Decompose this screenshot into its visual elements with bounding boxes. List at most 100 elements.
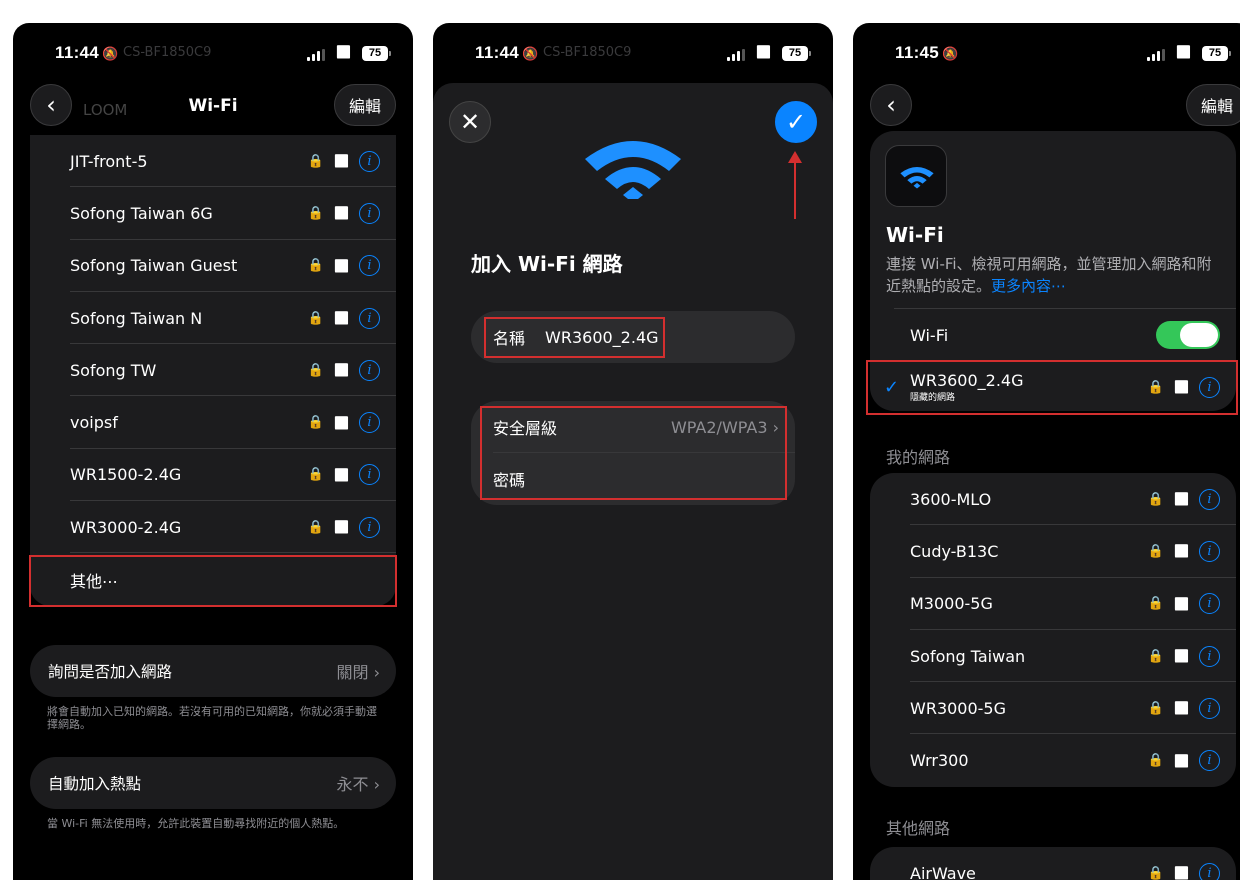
info-icon[interactable]: i xyxy=(359,464,380,486)
ask-join-row[interactable]: 詢問是否加入網路 關閉 › xyxy=(30,645,396,697)
cellular-signal-icon xyxy=(307,49,325,61)
wifi-status-icon: 📶 xyxy=(336,45,351,59)
info-icon[interactable]: i xyxy=(359,359,380,381)
network-row[interactable]: AirWave 🔒 📶 i xyxy=(870,847,1236,880)
info-icon[interactable]: i xyxy=(1199,593,1220,615)
network-name: Sofong TW xyxy=(70,360,157,380)
network-row[interactable]: Cudy-B13C 🔒 📶 i xyxy=(870,525,1236,578)
info-icon[interactable]: i xyxy=(1199,862,1220,880)
status-bar: 11:44 🔕 CS-BF1850C9 📶 75 xyxy=(13,23,413,83)
network-row[interactable]: Sofong Taiwan N 🔒 📶 i xyxy=(30,292,396,345)
network-name: Sofong Taiwan xyxy=(910,646,1026,666)
cellular-signal-icon xyxy=(727,49,745,61)
card-description: 連接 Wi-Fi、檢視可用網路，並管理加入網路和附近熱點的設定。更多內容⋯ xyxy=(886,253,1226,297)
lock-icon: 🔒 xyxy=(307,519,325,535)
edit-button[interactable]: 編輯 xyxy=(333,84,396,126)
auto-hotspot-row[interactable]: 自動加入熱點 永不 › xyxy=(30,757,396,809)
lock-icon: 🔒 xyxy=(1147,596,1165,612)
battery-icon: 75 xyxy=(1202,46,1231,61)
info-icon[interactable]: i xyxy=(1199,697,1220,719)
network-name: WR1500-2.4G xyxy=(70,465,182,485)
wifi-app-icon xyxy=(885,145,947,207)
wifi-large-icon xyxy=(585,141,681,199)
wifi-signal-icon: 📶 xyxy=(1174,753,1189,768)
info-icon[interactable]: i xyxy=(359,202,380,224)
hotspot-label: 自動加入熱點 xyxy=(48,775,142,793)
info-icon[interactable]: i xyxy=(359,307,380,329)
hotspot-note: 當 Wi-Fi 無法使用時，允許此裝置自動尋找附近的個人熱點。 xyxy=(47,817,345,830)
network-row[interactable]: voipsf 🔒 📶 i xyxy=(30,396,396,449)
network-row[interactable]: WR3000-2.4G 🔒 📶 i xyxy=(30,501,396,554)
network-row[interactable]: Sofong Taiwan 6G 🔒 📶 i xyxy=(30,187,396,240)
network-icons: 🔒 📶 i xyxy=(1147,645,1236,667)
edit-button[interactable]: 編輯 xyxy=(1185,84,1240,126)
wifi-toggle[interactable] xyxy=(1156,321,1220,349)
chevron-left-icon: ‹ xyxy=(886,91,896,119)
info-icon[interactable]: i xyxy=(1199,540,1220,562)
time-text: 11:44 xyxy=(475,43,520,62)
network-row[interactable]: Sofong TW 🔒 📶 i xyxy=(30,344,396,397)
network-name: Sofong Taiwan N xyxy=(70,308,203,328)
lock-icon: 🔒 xyxy=(307,310,325,326)
info-icon[interactable]: i xyxy=(359,150,380,172)
network-name: Sofong Taiwan Guest xyxy=(70,256,238,276)
ask-join-note: 將會自動加入已知的網路。若沒有可用的已知網路，你就必須手動選擇網路。 xyxy=(47,705,377,731)
lock-icon: 🔒 xyxy=(1147,753,1165,769)
wifi-signal-icon: 📶 xyxy=(1174,866,1189,880)
other-networks-list: AirWave 🔒 📶 i xyxy=(870,847,1236,880)
network-row[interactable]: WR1500-2.4G 🔒 📶 i xyxy=(30,449,396,502)
my-networks-list: 3600-MLO 🔒 📶 i Cudy-B13C 🔒 📶 i M3000-5G 🔒 📶 i Sofong… xyxy=(870,473,1236,787)
info-icon[interactable]: i xyxy=(359,255,380,277)
wifi-signal-icon: 📶 xyxy=(334,311,349,326)
wifi-signal-icon: 📶 xyxy=(334,258,349,273)
wifi-signal-icon: 📶 xyxy=(334,520,349,535)
highlight-box xyxy=(29,555,397,607)
status-bar: 11:44 🔕 CS-BF1850C9 📶 75 xyxy=(433,23,833,83)
silent-bell-icon: 🔕 xyxy=(102,46,119,61)
network-icons: 🔒 📶 i xyxy=(307,359,396,381)
ask-join-value: 關閉 › xyxy=(336,663,381,682)
wifi-signal-icon: 📶 xyxy=(1174,701,1189,716)
network-icons: 🔒 📶 i xyxy=(1148,540,1236,562)
network-row[interactable]: Wrr300 🔒 📶 i xyxy=(870,734,1236,786)
network-name: AirWave xyxy=(910,863,976,880)
network-row[interactable]: 3600-MLO 🔒 📶 i xyxy=(870,473,1236,526)
ask-join-label: 詢問是否加入網路 xyxy=(48,663,173,681)
wifi-signal-icon: 📶 xyxy=(334,206,349,221)
lock-icon: 🔒 xyxy=(307,362,325,378)
network-row[interactable]: Sofong Taiwan 🔒 📶 i xyxy=(870,630,1236,683)
info-icon[interactable]: i xyxy=(1199,750,1220,772)
lock-icon: 🔒 xyxy=(1147,648,1165,664)
network-row[interactable]: M3000-5G 🔒 📶 i xyxy=(870,578,1236,630)
wifi-list-screen: 11:44 🔕 CS-BF1850C9 📶 75 ‹ LOOM Wi-Fi 編輯 … xyxy=(13,23,413,880)
info-icon[interactable]: i xyxy=(1199,645,1220,667)
close-icon: ✕ xyxy=(459,108,481,136)
ask-join-value-text: 關閉 xyxy=(336,663,369,682)
network-name: voipsf xyxy=(70,413,118,433)
info-icon[interactable]: i xyxy=(1199,488,1220,510)
wifi-signal-icon: 📶 xyxy=(334,467,349,482)
info-icon[interactable]: i xyxy=(359,516,380,538)
network-row[interactable]: JIT-front-5 🔒 📶 i xyxy=(30,135,396,188)
time-text: 11:45 xyxy=(895,43,940,62)
cellular-signal-icon xyxy=(1147,49,1165,61)
network-icons: 🔒 📶 i xyxy=(307,516,396,538)
network-row[interactable]: Sofong Taiwan Guest 🔒 📶 i xyxy=(30,240,396,292)
lock-icon: 🔒 xyxy=(307,205,325,221)
status-time: 11:44 🔕 xyxy=(55,43,119,63)
highlight-box xyxy=(484,317,665,358)
network-row[interactable]: WR3000-5G 🔒 📶 i xyxy=(870,682,1236,735)
wifi-signal-icon: 📶 xyxy=(334,154,349,169)
info-icon[interactable]: i xyxy=(359,412,380,434)
status-time: 11:45 🔕 xyxy=(895,43,959,63)
wifi-toggle-label: Wi-Fi xyxy=(910,325,949,345)
hotspot-value-text: 永不 xyxy=(336,775,369,794)
back-button[interactable]: ‹ xyxy=(870,84,912,126)
close-button[interactable]: ✕ xyxy=(449,101,491,143)
lock-icon: 🔒 xyxy=(1147,491,1165,507)
hotspot-value: 永不 › xyxy=(336,775,381,794)
network-icons: 🔒 📶 i xyxy=(308,412,396,434)
confirm-button[interactable]: ✓ xyxy=(775,101,817,143)
more-link[interactable]: 更多內容⋯ xyxy=(991,277,1066,295)
ghost-network-text: CS-BF1850C9 xyxy=(123,45,212,60)
